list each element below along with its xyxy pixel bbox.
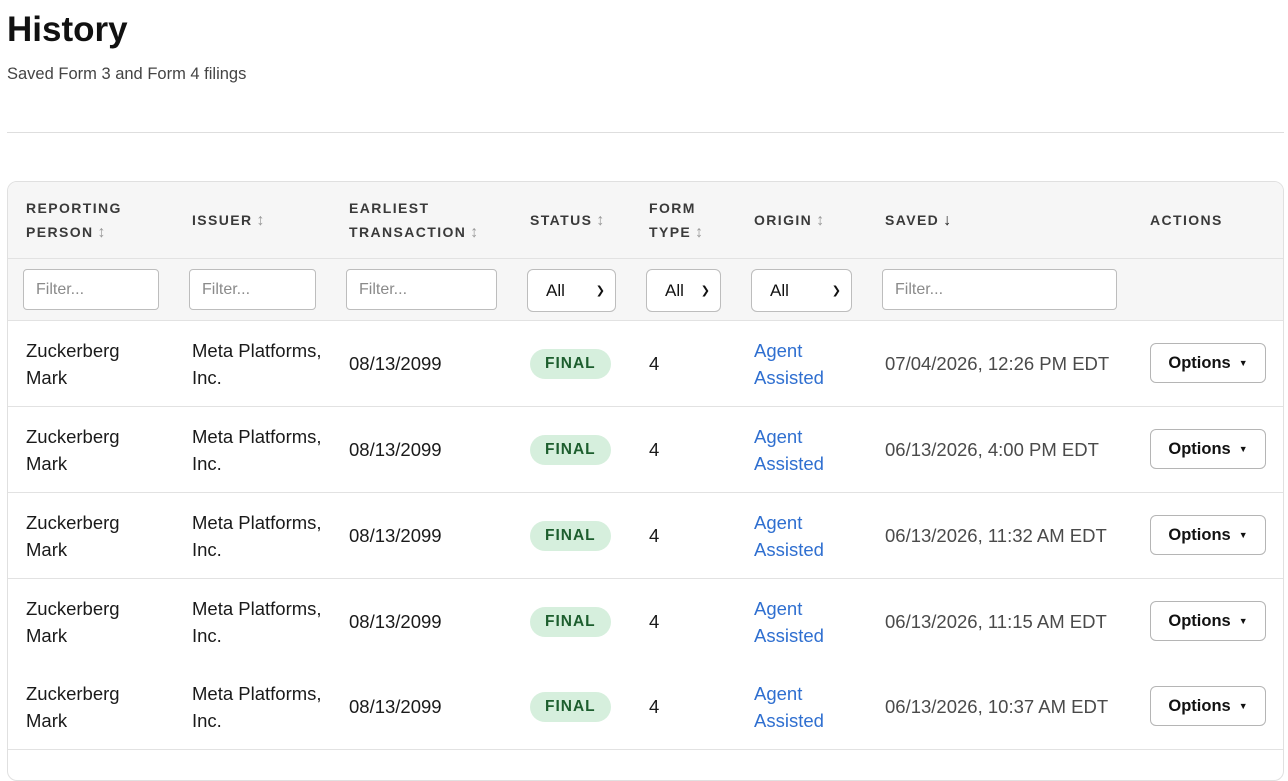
status-cell: FINAL <box>530 407 640 492</box>
saved-cell: 06/13/2026, 4:00 PM EDT <box>885 438 1099 460</box>
origin-link[interactable]: Agent Assisted <box>754 423 844 477</box>
chevron-down-icon: ❯ <box>831 285 841 297</box>
issuer-cell: Meta Platforms, Inc. <box>192 597 322 646</box>
reporting-person-cell: Zuckerberg Mark <box>26 597 120 646</box>
table-row[interactable]: Zuckerberg Mark Meta Platforms, Inc. 08/… <box>8 579 1283 665</box>
chevron-down-icon: ❯ <box>595 285 605 297</box>
caret-down-icon: ▼ <box>1238 358 1248 368</box>
options-button[interactable]: Options ▼ <box>1150 343 1266 383</box>
reporting-person-filter-input[interactable] <box>23 269 159 310</box>
column-header-actions: ACTIONS <box>1150 212 1223 228</box>
origin-filter-select[interactable]: All ❯ <box>751 269 852 312</box>
column-header-reporting-person[interactable]: REPORTING PERSON ↕ <box>26 182 176 258</box>
status-badge: FINAL <box>530 348 611 379</box>
column-header-saved[interactable]: SAVED ↓ <box>885 182 1085 258</box>
issuer-filter-input[interactable] <box>189 269 316 310</box>
divider <box>7 132 1284 133</box>
column-header-form-type[interactable]: FORM TYPE ↕ <box>649 182 729 258</box>
saved-cell: 06/13/2026, 10:37 AM EDT <box>885 695 1109 717</box>
form-type-cell: 4 <box>649 696 660 717</box>
origin-cell: Agent Assisted <box>754 321 844 406</box>
options-button[interactable]: Options ▼ <box>1150 429 1266 469</box>
status-badge: FINAL <box>530 434 611 465</box>
options-button[interactable]: Options ▼ <box>1150 515 1266 555</box>
sort-arrows-icon[interactable]: ↕ <box>695 224 703 241</box>
saved-cell: 07/04/2026, 12:26 PM EDT <box>885 352 1110 374</box>
origin-link[interactable]: Agent Assisted <box>754 595 844 649</box>
column-header-issuer[interactable]: ISSUER ↕ <box>192 182 332 258</box>
earliest-transaction-cell: 08/13/2099 <box>349 611 442 632</box>
reporting-person-cell: Zuckerberg Mark <box>26 511 120 560</box>
table-row[interactable]: Zuckerberg Mark Meta Platforms, Inc. 08/… <box>8 407 1283 493</box>
status-cell: FINAL <box>530 579 640 664</box>
table-row[interactable]: Zuckerberg Mark Meta Platforms, Inc. 08/… <box>8 493 1283 579</box>
history-table: REPORTING PERSON ↕ ISSUER ↕ EARLIEST TRANS… <box>7 181 1284 781</box>
caret-down-icon: ▼ <box>1238 701 1248 711</box>
chevron-down-icon: ❯ <box>700 285 710 297</box>
sort-descending-icon[interactable]: ↓ <box>943 212 951 229</box>
column-header-origin[interactable]: ORIGIN ↕ <box>754 182 874 258</box>
status-badge: FINAL <box>530 606 611 637</box>
origin-link[interactable]: Agent Assisted <box>754 509 844 563</box>
status-filter-select[interactable]: All ❯ <box>527 269 616 312</box>
status-cell: FINAL <box>530 493 640 578</box>
caret-down-icon: ▼ <box>1238 530 1248 540</box>
options-button[interactable]: Options ▼ <box>1150 686 1266 726</box>
issuer-cell: Meta Platforms, Inc. <box>192 682 322 731</box>
origin-cell: Agent Assisted <box>754 407 844 492</box>
origin-cell: Agent Assisted <box>754 664 844 749</box>
origin-link[interactable]: Agent Assisted <box>754 337 844 391</box>
page-title: History <box>7 10 128 49</box>
origin-cell: Agent Assisted <box>754 493 844 578</box>
table-row[interactable]: Zuckerberg Mark Meta Platforms, Inc. 08/… <box>8 664 1283 750</box>
origin-link[interactable]: Agent Assisted <box>754 680 844 734</box>
issuer-cell: Meta Platforms, Inc. <box>192 425 322 474</box>
saved-filter-input[interactable] <box>882 269 1117 310</box>
earliest-transaction-cell: 08/13/2099 <box>349 696 442 717</box>
earliest-transaction-cell: 08/13/2099 <box>349 525 442 546</box>
saved-cell: 06/13/2026, 11:32 AM EDT <box>885 524 1107 546</box>
form-type-cell: 4 <box>649 525 660 546</box>
sort-arrows-icon[interactable]: ↕ <box>98 224 106 241</box>
reporting-person-cell: Zuckerberg Mark <box>26 339 120 388</box>
issuer-cell: Meta Platforms, Inc. <box>192 339 322 388</box>
earliest-transaction-cell: 08/13/2099 <box>349 439 442 460</box>
options-button[interactable]: Options ▼ <box>1150 601 1266 641</box>
column-header-status[interactable]: STATUS ↕ <box>530 182 640 258</box>
saved-cell: 06/13/2026, 11:15 AM EDT <box>885 610 1107 632</box>
origin-cell: Agent Assisted <box>754 579 844 664</box>
status-cell: FINAL <box>530 321 640 406</box>
form-type-cell: 4 <box>649 353 660 374</box>
table-header: REPORTING PERSON ↕ ISSUER ↕ EARLIEST TRANS… <box>8 182 1283 259</box>
table-row[interactable]: Zuckerberg Mark Meta Platforms, Inc. 08/… <box>8 321 1283 407</box>
reporting-person-cell: Zuckerberg Mark <box>26 425 120 474</box>
form-type-cell: 4 <box>649 611 660 632</box>
form-type-filter-select[interactable]: All ❯ <box>646 269 721 312</box>
reporting-person-cell: Zuckerberg Mark <box>26 682 120 731</box>
sort-arrows-icon[interactable]: ↕ <box>257 212 265 229</box>
status-badge: FINAL <box>530 691 611 722</box>
caret-down-icon: ▼ <box>1238 616 1248 626</box>
column-header-earliest-transaction[interactable]: EARLIEST TRANSACTION ↕ <box>349 182 509 258</box>
status-badge: FINAL <box>530 520 611 551</box>
earliest-transaction-cell: 08/13/2099 <box>349 353 442 374</box>
status-cell: FINAL <box>530 664 640 749</box>
sort-arrows-icon[interactable]: ↕ <box>596 212 604 229</box>
form-type-cell: 4 <box>649 439 660 460</box>
earliest-transaction-filter-input[interactable] <box>346 269 497 310</box>
caret-down-icon: ▼ <box>1238 444 1248 454</box>
issuer-cell: Meta Platforms, Inc. <box>192 511 322 560</box>
sort-arrows-icon[interactable]: ↕ <box>470 224 478 241</box>
sort-arrows-icon[interactable]: ↕ <box>816 212 824 229</box>
page-subtitle: Saved Form 3 and Form 4 filings <box>7 65 247 83</box>
filter-row: All❯ All❯ All❯ <box>8 259 1283 321</box>
